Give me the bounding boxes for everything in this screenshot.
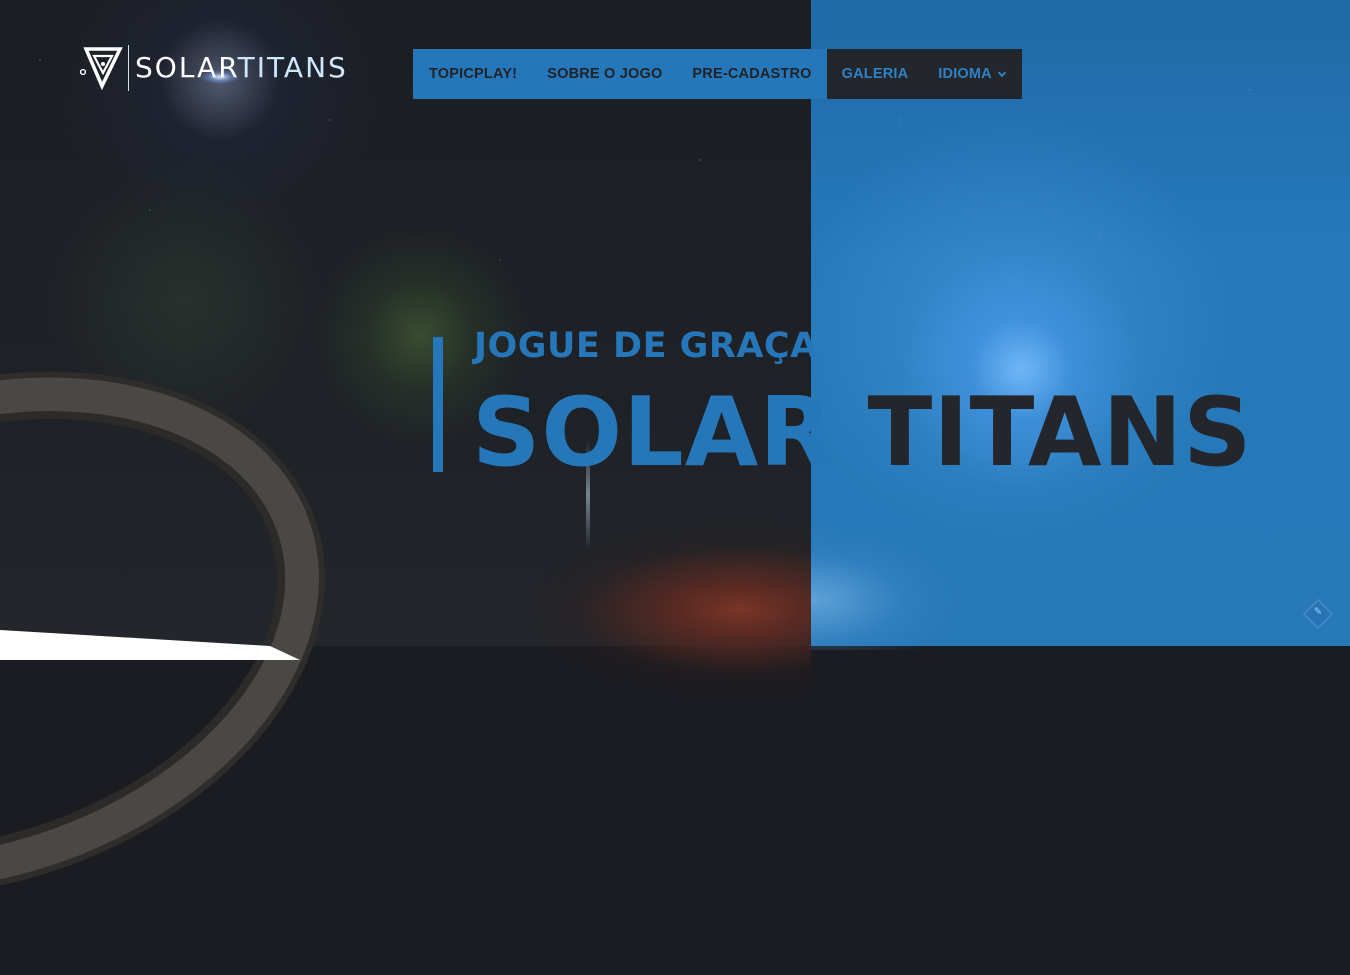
nav-item-galeria[interactable]: GALERIA — [827, 49, 924, 99]
chevron-down-icon — [997, 71, 1007, 78]
nav-group-primary: TOPICPLAY! SOBRE O JOGO PRE-CADASTRO — [413, 49, 827, 99]
logo-wordmark: SOLARTITANS — [135, 54, 348, 82]
logo-word-titans: TITANS — [237, 51, 348, 84]
hero-title-word-titans: TITANS — [867, 378, 1253, 488]
site-logo[interactable]: SOLARTITANS — [80, 44, 348, 92]
hero-kicker: JOGUE DE GRAÇA — [474, 326, 818, 366]
nav-item-idioma-label: IDIOMA — [938, 66, 992, 82]
logo-word-solar: SOLAR — [135, 51, 238, 84]
nav-item-idioma-dropdown[interactable]: IDIOMA — [923, 49, 1022, 99]
main-navigation: TOPICPLAY! SOBRE O JOGO PRE-CADASTRO GAL… — [413, 49, 1022, 99]
hero-accent-bar — [433, 337, 443, 472]
nav-item-pre-cadastro[interactable]: PRE-CADASTRO — [677, 49, 826, 99]
logo-divider — [128, 45, 129, 91]
spaceship-illustration-highlight — [811, 500, 1011, 650]
hero-title: SOLAR TITANS — [472, 376, 1253, 491]
solartitans-logo-icon — [80, 47, 123, 91]
spaceship-illustration — [440, 490, 811, 690]
hero-title-word-solar: SOLAR — [472, 378, 834, 488]
nav-item-topicplay[interactable]: TOPICPLAY! — [413, 49, 532, 99]
nav-group-secondary: GALERIA IDIOMA — [826, 49, 1022, 99]
nav-item-sobre-o-jogo[interactable]: SOBRE O JOGO — [532, 49, 677, 99]
